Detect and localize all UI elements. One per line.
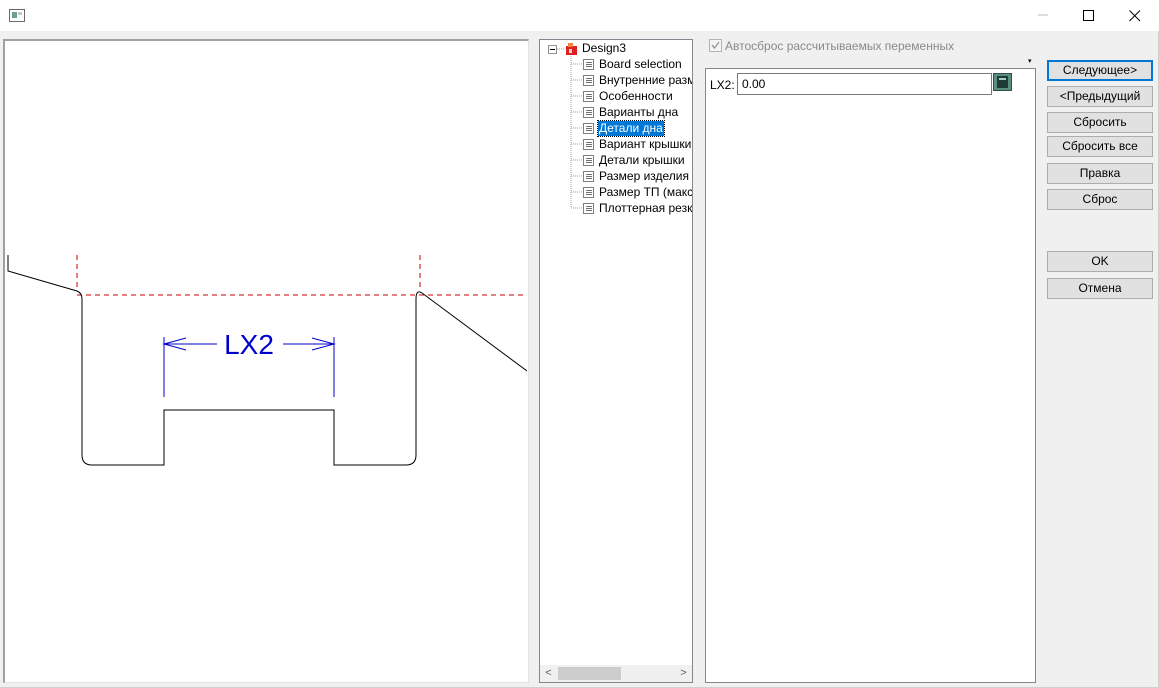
- variables-panel: LX2: 0.00: [705, 68, 1036, 683]
- calculator-button[interactable]: [993, 73, 1012, 91]
- bottom-detail-drawing: LX2: [7, 255, 527, 466]
- page-icon: [583, 75, 594, 86]
- maximize-button[interactable]: [1066, 0, 1112, 31]
- calculator-icon: [997, 76, 1008, 88]
- part-outline: [7, 255, 527, 466]
- tree-item-label: Размер изделия: [599, 169, 689, 183]
- reset-all-button[interactable]: Сбросить все: [1047, 136, 1153, 157]
- tree-item-label: Детали крышки: [599, 153, 685, 167]
- tree-item-lid-details[interactable]: Детали крышки: [583, 153, 692, 168]
- var-label-lx2: LX2:: [710, 78, 735, 92]
- close-button[interactable]: [1112, 0, 1158, 31]
- tree-item-label: Board selection: [599, 57, 682, 71]
- tree-item-bottom-variants[interactable]: Варианты дна: [583, 105, 692, 120]
- tree-item-inner-dimensions[interactable]: Внутренние разме: [583, 73, 693, 88]
- reset-button[interactable]: Сбросить: [1047, 112, 1153, 133]
- page-icon: [583, 91, 594, 102]
- page-icon: [583, 203, 594, 214]
- tree-item-label: Особенности: [599, 89, 673, 103]
- tree-item-label: Размер ТП (макс Г: [599, 185, 693, 199]
- tree-item-features[interactable]: Особенности: [583, 89, 692, 104]
- dropdown-arrow-icon[interactable]: ▾: [1028, 58, 1034, 65]
- scroll-right-arrow[interactable]: >: [675, 665, 692, 682]
- tree-item-bottom-details[interactable]: Детали дна: [583, 120, 692, 137]
- minimize-icon: [1038, 14, 1048, 16]
- tree-item-board-selection[interactable]: Board selection: [583, 57, 692, 72]
- drawing-preview: LX2: [3, 39, 529, 683]
- tree-item-label: Плоттерная резка: [599, 201, 693, 215]
- step-tree[interactable]: Design3 Board selection Внутренние разме…: [539, 39, 693, 683]
- tree-item-label: Варианты дна: [599, 105, 679, 119]
- page-icon: [583, 123, 594, 134]
- app-icon: [9, 9, 25, 22]
- next-button[interactable]: Следующее>: [1047, 60, 1153, 81]
- checkbox-box[interactable]: [709, 39, 722, 52]
- page-icon: [583, 107, 594, 118]
- page-icon: [583, 139, 594, 150]
- tree-item-label: Вариант крышки: [599, 137, 692, 151]
- cancel-button[interactable]: Отмена: [1047, 278, 1153, 299]
- guide-lines: [76, 255, 527, 296]
- minimize-button[interactable]: [1020, 0, 1066, 31]
- maximize-icon: [1083, 10, 1094, 21]
- page-icon: [583, 155, 594, 166]
- clear-button[interactable]: Сброс: [1047, 189, 1153, 210]
- tree-item-lid-variant[interactable]: Вариант крышки: [583, 137, 692, 152]
- tree-item-plotter-cut[interactable]: Плоттерная резка: [583, 201, 693, 216]
- auto-reset-label: Автосброс рассчитываемых переменных: [725, 39, 955, 53]
- tree-item-product-size[interactable]: Размер изделия: [583, 169, 692, 184]
- scroll-thumb[interactable]: [558, 667, 621, 680]
- scroll-left-arrow[interactable]: <: [540, 665, 557, 682]
- previous-button[interactable]: <Предыдущий: [1047, 86, 1153, 107]
- title-bar: [0, 0, 1159, 31]
- tree-item-label: Внутренние разме: [599, 73, 693, 87]
- ok-button[interactable]: OK: [1047, 251, 1153, 272]
- design-icon: [566, 43, 577, 55]
- dimension-label: LX2: [224, 329, 274, 360]
- var-input-lx2[interactable]: 0.00: [737, 73, 992, 95]
- tree-item-tp-size[interactable]: Размер ТП (макс Г: [583, 185, 693, 200]
- edit-button[interactable]: Правка: [1047, 163, 1153, 184]
- checkmark-icon: [711, 41, 720, 50]
- close-icon: [1129, 10, 1141, 22]
- page-icon: [583, 171, 594, 182]
- tree-horizontal-scrollbar[interactable]: < >: [540, 665, 692, 682]
- tree-item-label: Детали дна: [597, 120, 665, 137]
- page-icon: [583, 59, 594, 70]
- page-icon: [583, 187, 594, 198]
- tree-root-label: Design3: [582, 41, 627, 55]
